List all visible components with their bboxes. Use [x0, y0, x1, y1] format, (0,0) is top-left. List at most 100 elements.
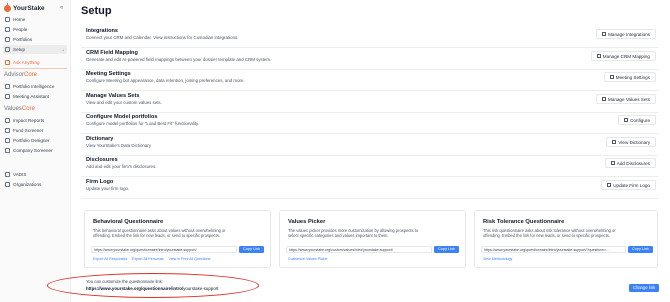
manage-crm-mapping-button[interactable]: Manage CRM Mapping — [590, 51, 656, 61]
card-links: Export All Responses Export All Personas… — [93, 257, 214, 261]
building-icon — [5, 182, 10, 187]
setup-row-manage-values-sets: Manage Values Sets View and edit your cu… — [81, 93, 658, 113]
row-description: Update your firm logo. — [86, 186, 130, 191]
questionnaire-url-field[interactable]: https://www.yourstake.org/questionnaire/… — [91, 246, 237, 253]
values-picker-url-field[interactable]: https://www.yourstake.org/custom/values/… — [286, 246, 432, 253]
sidebar-item-home[interactable]: Home — [3, 15, 67, 24]
card-description: This risk questionnaire asks about risk … — [483, 228, 616, 239]
brand-name: YourStake — [13, 4, 45, 12]
row-description: View YourStake's Data Dictionary — [86, 143, 151, 148]
sidebar-item-label: People — [13, 27, 28, 32]
card-description: The values picker provides more customiz… — [288, 228, 419, 239]
card-description: This behavioral questionnaire asks about… — [93, 228, 226, 239]
change-link-button[interactable]: Change link — [629, 284, 660, 292]
sidebar-item-vadis[interactable]: VADIS — [3, 170, 67, 179]
setup-row-disclosures: Disclosures Add and edit your firm's dis… — [81, 157, 658, 177]
sidebar-item-people[interactable]: People — [3, 25, 67, 34]
risk-tolerance-questionnaire-card: Risk Tolerance Questionnaire This risk q… — [474, 210, 658, 268]
sidebar-item-setup[interactable]: Setup → — [3, 45, 67, 54]
home-icon — [5, 17, 10, 22]
sidebar-item-label: Setup — [13, 47, 26, 52]
document-icon — [610, 161, 615, 165]
row-description: Add and edit your firm's disclosures. — [86, 164, 157, 169]
people-icon — [5, 27, 10, 32]
sidebar-item-label: Impact Reports — [13, 118, 45, 123]
row-title: Manage Values Sets — [86, 93, 140, 99]
manage-integrations-button[interactable]: Manage Integrations — [596, 29, 656, 39]
card-title: Behavioral Questionnaire — [93, 219, 164, 225]
setup-row-meeting-settings: Meeting Settings Configure Meeting bot a… — [81, 71, 658, 91]
sidebar-item-meeting-assistant[interactable]: Meeting Assistant — [3, 92, 67, 101]
view-print-questions-link[interactable]: View in Print All Questions — [169, 257, 211, 261]
export-all-responses-link[interactable]: Export All Responses — [93, 257, 127, 261]
setup-row-integrations: Integrations Connect your CRM and Calend… — [81, 28, 658, 48]
row-title: Integrations — [86, 28, 119, 34]
export-all-personas-link[interactable]: Export All Personas — [132, 257, 163, 261]
row-description: View and edit your custom values sets. — [86, 100, 162, 105]
divider — [3, 68, 67, 69]
brand-logo[interactable]: YourStake — [4, 2, 45, 13]
designer-icon — [5, 138, 10, 143]
book-icon — [612, 140, 617, 144]
sidebar-item-impact-reports[interactable]: Impact Reports — [3, 116, 67, 125]
sidebar-item-portfolios[interactable]: Portfolios — [3, 35, 67, 44]
risk-questionnaire-url-field[interactable]: https://www.yourstake.org/questionnaire/… — [481, 246, 626, 253]
sidebar: YourStake « Home People Portfolios Setup… — [0, 0, 71, 302]
edit-icon — [601, 97, 606, 101]
sidebar-item-label: Portfolio Designer — [13, 138, 50, 143]
sidebar-item-label: Company Screener — [13, 148, 53, 153]
configure-button[interactable]: Configure — [618, 115, 656, 125]
sidebar-item-company-screener[interactable]: Company Screener — [3, 146, 67, 155]
values-picker-card: Values Picker The values picker provides… — [279, 210, 466, 268]
row-description: Configure model portfolios for "Load Bes… — [86, 121, 200, 126]
gear-icon — [5, 47, 10, 52]
sidebar-item-label: Ask Anything — [13, 60, 40, 65]
row-title: Disclosures — [86, 157, 118, 163]
update-firm-logo-button[interactable]: Update Firm Logo — [601, 180, 656, 190]
add-disclosures-button[interactable]: Add Disclosures — [604, 158, 656, 168]
highlight-annotation — [47, 273, 259, 298]
row-title: Dictionary — [86, 136, 114, 142]
manage-values-sets-button[interactable]: Manage Values Sets — [595, 94, 656, 104]
row-description: Configure Meeting bot appearance, data r… — [86, 78, 245, 83]
customize-values-picker-link[interactable]: Customize Values Picker — [288, 257, 328, 261]
sidebar-item-organizations[interactable]: Organizations — [3, 180, 67, 189]
sidebar-item-label: Fund Screener — [13, 128, 44, 133]
collapse-sidebar-icon[interactable]: « — [60, 4, 63, 12]
edit-icon — [624, 118, 629, 122]
card-links: Customize Values Picker — [288, 257, 332, 261]
card-title: Risk Tolerance Questionnaire — [483, 219, 565, 225]
sidebar-item-ask-anything[interactable]: Ask Anything — [3, 58, 67, 67]
sidebar-item-label: Organizations — [13, 182, 42, 187]
row-title: Meeting Settings — [86, 71, 131, 77]
copy-link-button[interactable]: Copy Link — [434, 245, 459, 253]
mapping-icon — [596, 54, 601, 58]
card-links: View Methodology — [483, 257, 516, 261]
report-icon — [5, 118, 10, 123]
chart-icon — [5, 84, 10, 89]
sidebar-item-portfolio-designer[interactable]: Portfolio Designer — [3, 136, 67, 145]
section-title-advisor-core: AdvisorCore — [4, 72, 38, 78]
calendar-icon — [609, 75, 614, 79]
row-description: Generate and edit AI-powered field mappi… — [86, 57, 272, 62]
sidebar-item-label: Portfolios — [13, 37, 33, 42]
row-description: Connect your CRM and Calendar. View inst… — [86, 35, 239, 40]
vadis-icon — [5, 172, 10, 177]
view-dictionary-button[interactable]: View Dictionary — [606, 137, 656, 147]
view-methodology-link[interactable]: View Methodology — [483, 257, 512, 261]
search-icon — [5, 148, 10, 153]
sidebar-item-portfolio-intelligence[interactable]: Portfolio Intelligence — [3, 82, 67, 91]
portfolio-icon — [5, 37, 10, 42]
meeting-settings-button[interactable]: Meeting Settings — [603, 72, 656, 82]
row-title: CRM Field Mapping — [86, 50, 138, 56]
sidebar-item-fund-screener[interactable]: Fund Screener — [3, 126, 67, 135]
image-icon — [607, 183, 612, 187]
row-title: Firm Logo — [86, 179, 114, 185]
copy-link-button[interactable]: Copy Link — [239, 245, 264, 253]
sidebar-item-label: Portfolio Intelligence — [13, 84, 55, 89]
sidebar-item-label: Home — [13, 17, 26, 22]
setup-row-firm-logo: Firm Logo Update your firm logo. Update … — [81, 179, 658, 199]
sidebar-item-label: Meeting Assistant — [13, 94, 50, 99]
copy-link-button[interactable]: Copy Link — [628, 245, 653, 253]
row-title: Configure Model portfolios — [86, 114, 158, 120]
